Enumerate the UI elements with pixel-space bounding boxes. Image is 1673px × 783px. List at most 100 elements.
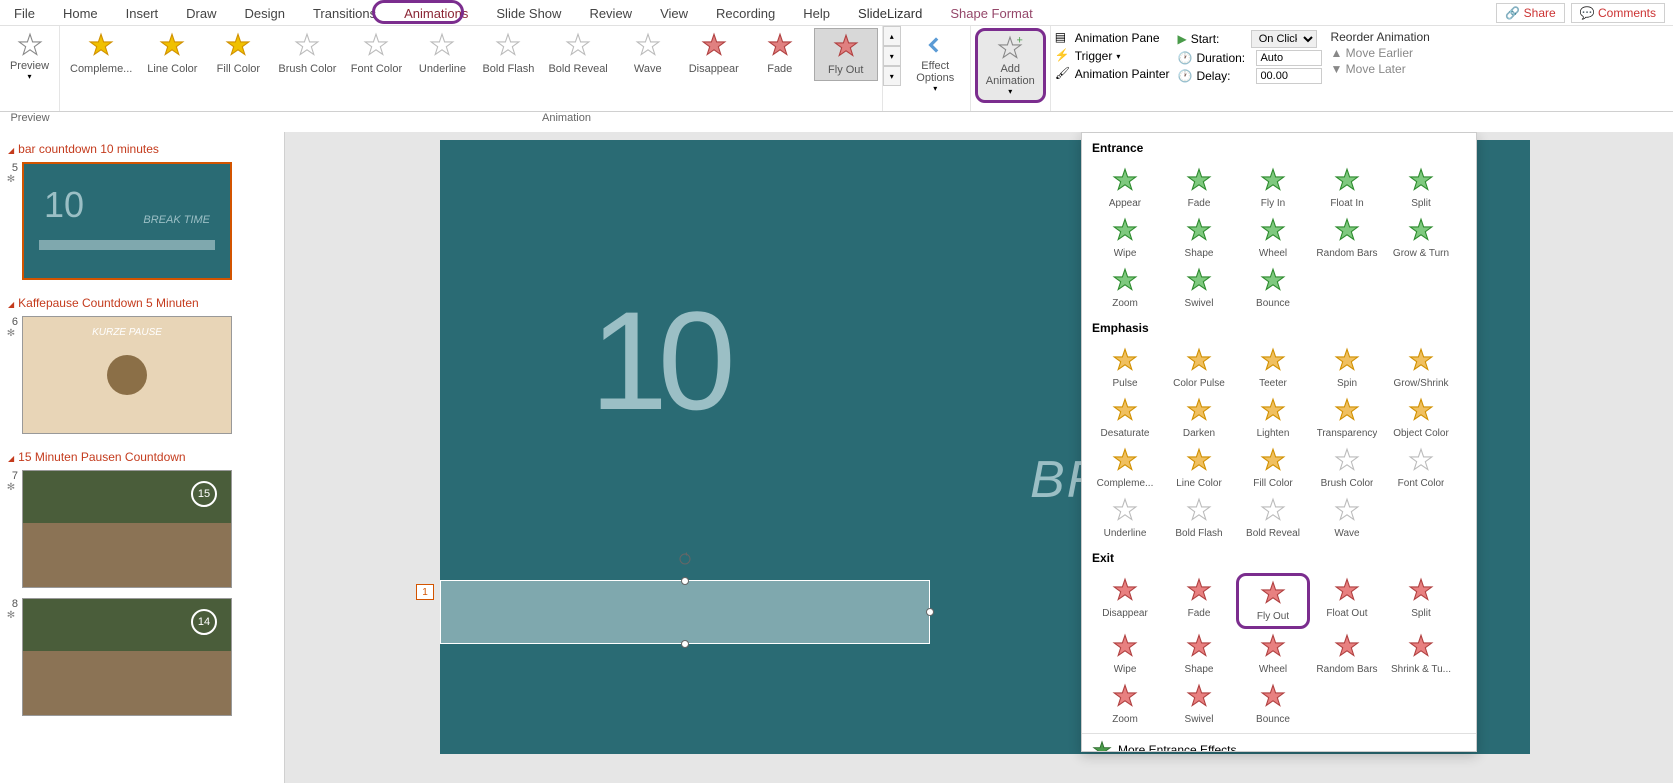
- anim-bold-flash[interactable]: Bold Flash: [1162, 493, 1236, 543]
- anim-brush-color[interactable]: Brush Color: [1310, 443, 1384, 493]
- anim-zoom[interactable]: Zoom: [1088, 679, 1162, 729]
- anim-wave[interactable]: Wave: [1310, 493, 1384, 543]
- tab-help[interactable]: Help: [789, 2, 844, 25]
- anim-desaturate[interactable]: Desaturate: [1088, 393, 1162, 443]
- add-animation-button[interactable]: + Add Animation ▾: [975, 28, 1046, 103]
- anim-swivel[interactable]: Swivel: [1162, 679, 1236, 729]
- trigger-button[interactable]: ⚡Trigger▾: [1055, 48, 1170, 64]
- anim-disappear[interactable]: Disappear: [1088, 573, 1162, 629]
- anim-compleme---[interactable]: Compleme...: [1088, 443, 1162, 493]
- tab-design[interactable]: Design: [231, 2, 299, 25]
- anim-fill-color[interactable]: Fill Color: [1236, 443, 1310, 493]
- comments-button[interactable]: 💬 Comments: [1571, 3, 1665, 23]
- anim-teeter[interactable]: Teeter: [1236, 343, 1310, 393]
- tab-review[interactable]: Review: [575, 2, 646, 25]
- delay-input[interactable]: [1256, 68, 1322, 84]
- anim-fly-in[interactable]: Fly In: [1236, 163, 1310, 213]
- animation-pane-button[interactable]: ▤Animation Pane: [1055, 30, 1170, 46]
- gallery-item-fill-color[interactable]: Fill Color: [206, 28, 270, 79]
- share-button[interactable]: 🔗 Share: [1496, 3, 1564, 23]
- gallery-item-underline[interactable]: Underline: [410, 28, 474, 79]
- anim-float-out[interactable]: Float Out: [1310, 573, 1384, 629]
- anim-split[interactable]: Split: [1384, 573, 1458, 629]
- anim-shape[interactable]: Shape: [1162, 213, 1236, 263]
- more-entrance-effects[interactable]: More Entrance Effects...: [1082, 733, 1476, 752]
- tab-animations[interactable]: Animations: [390, 2, 482, 25]
- tab-insert[interactable]: Insert: [112, 2, 173, 25]
- anim-appear[interactable]: Appear: [1088, 163, 1162, 213]
- gallery-item-bold-flash[interactable]: Bold Flash: [476, 28, 540, 79]
- anim-random-bars[interactable]: Random Bars: [1310, 629, 1384, 679]
- anim-grow---turn[interactable]: Grow & Turn: [1384, 213, 1458, 263]
- anim-underline[interactable]: Underline: [1088, 493, 1162, 543]
- anim-wipe[interactable]: Wipe: [1088, 629, 1162, 679]
- preview-button[interactable]: Preview ▾: [0, 28, 62, 85]
- rotate-handle[interactable]: [677, 551, 693, 567]
- anim-fade[interactable]: Fade: [1162, 163, 1236, 213]
- slide-thumbnail[interactable]: 10BREAK TIME: [22, 162, 232, 280]
- duration-input[interactable]: [1256, 50, 1322, 66]
- gallery-item-fly-out[interactable]: Fly Out: [814, 28, 878, 81]
- anim-split[interactable]: Split: [1384, 163, 1458, 213]
- anim-shrink---tu---[interactable]: Shrink & Tu...: [1384, 629, 1458, 679]
- tab-draw[interactable]: Draw: [172, 2, 230, 25]
- anim-wheel[interactable]: Wheel: [1236, 213, 1310, 263]
- anim-object-color[interactable]: Object Color: [1384, 393, 1458, 443]
- gallery-item-compleme---[interactable]: Compleme...: [64, 28, 138, 79]
- tab-file[interactable]: File: [0, 2, 49, 25]
- section-title[interactable]: Kaffepause Countdown 5 Minuten: [4, 290, 280, 316]
- anim-random-bars[interactable]: Random Bars: [1310, 213, 1384, 263]
- selected-shape[interactable]: [440, 580, 930, 644]
- animation-tag[interactable]: 1: [416, 584, 434, 600]
- resize-handle-right[interactable]: [926, 608, 934, 616]
- anim-transparency[interactable]: Transparency: [1310, 393, 1384, 443]
- anim-fly-out[interactable]: Fly Out: [1236, 573, 1310, 629]
- resize-handle-top[interactable]: [681, 577, 689, 585]
- anim-lighten[interactable]: Lighten: [1236, 393, 1310, 443]
- tab-home[interactable]: Home: [49, 2, 112, 25]
- slide-thumbnail[interactable]: KURZE PAUSE: [22, 316, 232, 434]
- move-earlier-button[interactable]: ▲ Move Earlier: [1330, 46, 1429, 60]
- anim-wipe[interactable]: Wipe: [1088, 213, 1162, 263]
- tab-slideshow[interactable]: Slide Show: [482, 2, 575, 25]
- gallery-item-disappear[interactable]: Disappear: [682, 28, 746, 79]
- anim-fade[interactable]: Fade: [1162, 573, 1236, 629]
- tab-shapeformat[interactable]: Shape Format: [936, 2, 1046, 25]
- anim-grow-shrink[interactable]: Grow/Shrink: [1384, 343, 1458, 393]
- gallery-down-button[interactable]: ▾: [883, 46, 901, 66]
- anim-shape[interactable]: Shape: [1162, 629, 1236, 679]
- gallery-up-button[interactable]: ▴: [883, 26, 901, 46]
- section-title[interactable]: bar countdown 10 minutes: [4, 136, 280, 162]
- resize-handle-bottom[interactable]: [681, 640, 689, 648]
- anim-bounce[interactable]: Bounce: [1236, 263, 1310, 313]
- anim-pulse[interactable]: Pulse: [1088, 343, 1162, 393]
- slide-thumbnail[interactable]: 15: [22, 470, 232, 588]
- effect-options-button[interactable]: Effect Options ▾: [903, 28, 967, 97]
- move-later-button[interactable]: ▼ Move Later: [1330, 62, 1429, 76]
- tab-slidelizard[interactable]: SlideLizard: [844, 2, 936, 25]
- anim-color-pulse[interactable]: Color Pulse: [1162, 343, 1236, 393]
- gallery-more-button[interactable]: ▾: [883, 66, 901, 86]
- gallery-item-brush-color[interactable]: Brush Color: [272, 28, 342, 79]
- start-select[interactable]: On Click: [1251, 30, 1317, 48]
- tab-recording[interactable]: Recording: [702, 2, 789, 25]
- gallery-item-bold-reveal[interactable]: Bold Reveal: [542, 28, 613, 79]
- animation-painter-button[interactable]: 🖌Animation Painter: [1055, 66, 1170, 82]
- anim-swivel[interactable]: Swivel: [1162, 263, 1236, 313]
- gallery-item-font-color[interactable]: Font Color: [344, 28, 408, 79]
- tab-transitions[interactable]: Transitions: [299, 2, 390, 25]
- slide-thumbnail[interactable]: 14: [22, 598, 232, 716]
- anim-bold-reveal[interactable]: Bold Reveal: [1236, 493, 1310, 543]
- anim-font-color[interactable]: Font Color: [1384, 443, 1458, 493]
- anim-line-color[interactable]: Line Color: [1162, 443, 1236, 493]
- section-title[interactable]: 15 Minuten Pausen Countdown: [4, 444, 280, 470]
- anim-darken[interactable]: Darken: [1162, 393, 1236, 443]
- anim-spin[interactable]: Spin: [1310, 343, 1384, 393]
- anim-float-in[interactable]: Float In: [1310, 163, 1384, 213]
- gallery-item-wave[interactable]: Wave: [616, 28, 680, 79]
- anim-wheel[interactable]: Wheel: [1236, 629, 1310, 679]
- gallery-item-line-color[interactable]: Line Color: [140, 28, 204, 79]
- tab-view[interactable]: View: [646, 2, 702, 25]
- gallery-item-fade[interactable]: Fade: [748, 28, 812, 79]
- anim-zoom[interactable]: Zoom: [1088, 263, 1162, 313]
